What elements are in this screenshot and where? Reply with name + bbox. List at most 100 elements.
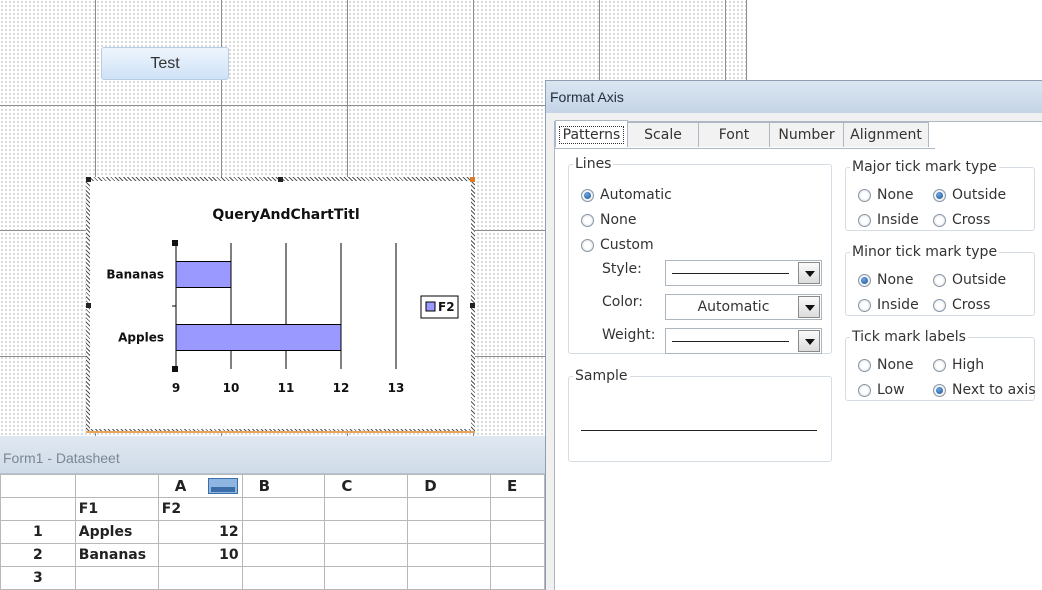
weight-label: Weight: xyxy=(602,327,656,343)
x-tick-label: 11 xyxy=(278,381,295,395)
lines-legend: Lines xyxy=(575,156,612,172)
chart-control[interactable]: QueryAndChartTitl 9 10 11 12 13 Apples Bananas F… xyxy=(86,177,475,433)
cell[interactable] xyxy=(490,543,545,567)
major-tick-none-radio[interactable]: None xyxy=(858,187,914,203)
format-axis-dialog: Format Axis Patterns Scale Font Number A… xyxy=(545,80,1042,590)
tick-labels-low-radio[interactable]: Low xyxy=(858,382,905,398)
cell[interactable]: 10 xyxy=(157,543,243,567)
radio-icon xyxy=(858,383,871,397)
datasheet-grid: A B C D E F1 F2 1 Apples 12 2 Bananas 10 xyxy=(0,474,545,590)
cell[interactable] xyxy=(324,543,409,567)
category-label: Bananas xyxy=(106,268,164,282)
x-tick-label: 10 xyxy=(223,381,240,395)
weight-select[interactable] xyxy=(665,328,822,354)
test-button[interactable]: Test xyxy=(101,47,229,80)
chevron-down-icon[interactable] xyxy=(798,330,820,352)
cell[interactable] xyxy=(324,497,409,521)
cell[interactable]: Apples xyxy=(74,520,159,544)
cell[interactable] xyxy=(241,543,326,567)
radio-checked-icon xyxy=(933,188,946,202)
minor-tick-cross-radio[interactable]: Cross xyxy=(933,297,990,313)
row-header[interactable] xyxy=(0,497,76,521)
legend-swatch xyxy=(425,301,436,312)
cell[interactable] xyxy=(407,543,492,567)
cell[interactable] xyxy=(241,566,326,590)
style-label: Style: xyxy=(602,261,642,277)
cell[interactable] xyxy=(241,520,326,544)
cell[interactable]: F2 xyxy=(157,497,243,521)
color-value: Automatic xyxy=(697,299,770,315)
minor-tick-none-radio[interactable]: None xyxy=(858,272,914,288)
tab-strip: Patterns Scale Font Number Alignment xyxy=(555,120,929,149)
lines-group: Lines xyxy=(568,156,832,354)
cell[interactable] xyxy=(407,520,492,544)
axis-selection-handle xyxy=(172,366,178,372)
tab-alignment[interactable]: Alignment xyxy=(843,122,929,147)
major-tick-cross-radio[interactable]: Cross xyxy=(933,212,990,228)
tick-labels-legend: Tick mark labels xyxy=(852,329,966,345)
radio-icon xyxy=(858,298,871,312)
cell[interactable] xyxy=(407,566,492,590)
color-select[interactable]: Automatic xyxy=(665,294,822,320)
minor-tick-legend: Minor tick mark type xyxy=(852,244,998,260)
chevron-down-icon[interactable] xyxy=(798,262,820,284)
cell[interactable] xyxy=(490,566,545,590)
cell[interactable] xyxy=(324,520,409,544)
radio-checked-icon xyxy=(933,383,946,397)
dialog-titlebar[interactable]: Format Axis xyxy=(546,81,1042,113)
cell[interactable]: 12 xyxy=(157,520,243,544)
cell[interactable] xyxy=(407,497,492,521)
lines-automatic-radio[interactable]: Automatic xyxy=(581,187,672,203)
column-header-a[interactable]: A xyxy=(157,474,243,498)
x-tick-label: 13 xyxy=(388,381,405,395)
radio-checked-icon xyxy=(581,188,594,202)
chart-range-icon xyxy=(207,478,238,494)
tick-labels-none-radio[interactable]: None xyxy=(858,357,914,373)
major-tick-inside-radio[interactable]: Inside xyxy=(858,212,919,228)
minor-tick-inside-radio[interactable]: Inside xyxy=(858,297,919,313)
major-tick-outside-radio[interactable]: Outside xyxy=(933,187,1006,203)
major-tick-legend: Major tick mark type xyxy=(852,159,997,175)
row-header[interactable]: 3 xyxy=(0,566,76,590)
row-header[interactable]: 1 xyxy=(0,520,76,544)
style-select[interactable] xyxy=(665,260,822,286)
cell[interactable] xyxy=(490,497,545,521)
tick-labels-next-to-axis-radio[interactable]: Next to axis xyxy=(933,382,1036,398)
radio-icon xyxy=(933,358,946,372)
tab-font[interactable]: Font xyxy=(698,122,770,147)
row-header[interactable]: 2 xyxy=(0,543,76,567)
sample-line-preview xyxy=(581,430,817,431)
cell[interactable] xyxy=(74,566,159,590)
cell[interactable] xyxy=(241,497,326,521)
column-header-b[interactable]: B xyxy=(241,474,326,498)
cell[interactable] xyxy=(157,566,243,590)
radio-icon xyxy=(933,273,946,287)
tab-scale[interactable]: Scale xyxy=(627,122,699,147)
dialog-title: Format Axis xyxy=(550,89,624,105)
tab-number[interactable]: Number xyxy=(769,122,844,147)
bar-chart: QueryAndChartTitl 9 10 11 12 13 Apples Bananas F… xyxy=(106,207,459,395)
datasheet-window: Form1 - Datasheet A B C D E F1 F2 1 Appl… xyxy=(0,436,545,590)
blank-col-head[interactable] xyxy=(74,474,159,498)
cell[interactable] xyxy=(324,566,409,590)
radio-icon xyxy=(933,213,946,227)
column-header-c[interactable]: C xyxy=(324,474,409,498)
radio-checked-icon xyxy=(858,273,871,287)
cell[interactable] xyxy=(490,520,545,544)
minor-tick-outside-radio[interactable]: Outside xyxy=(933,272,1006,288)
radio-icon xyxy=(858,213,871,227)
lines-custom-radio[interactable]: Custom xyxy=(581,237,654,253)
lines-none-radio[interactable]: None xyxy=(581,212,637,228)
tick-labels-high-radio[interactable]: High xyxy=(933,357,984,373)
cell[interactable]: F1 xyxy=(74,497,159,521)
column-header-e[interactable]: E xyxy=(490,474,545,498)
chevron-down-icon[interactable] xyxy=(798,296,820,318)
radio-icon xyxy=(858,188,871,202)
column-header-d[interactable]: D xyxy=(407,474,492,498)
tab-patterns[interactable]: Patterns xyxy=(555,120,628,147)
axis-selection-handle xyxy=(172,240,178,246)
corner-cell[interactable] xyxy=(0,474,76,498)
cell[interactable]: Bananas xyxy=(74,543,159,567)
radio-icon xyxy=(581,238,594,252)
sample-legend: Sample xyxy=(575,368,628,384)
